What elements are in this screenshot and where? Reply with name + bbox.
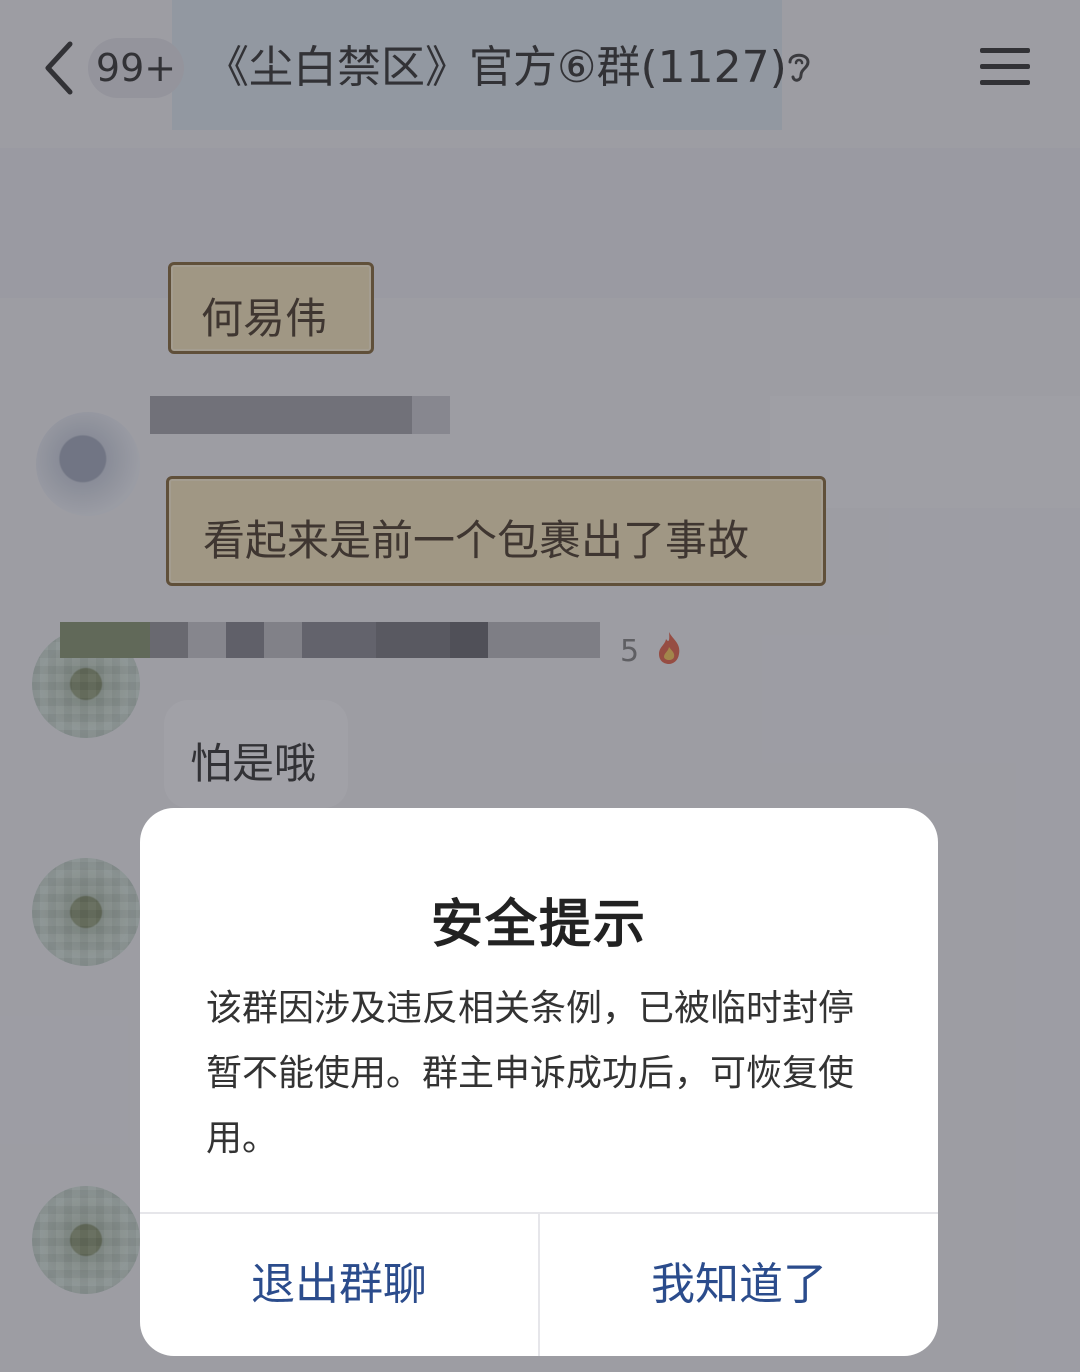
security-dialog: 安全提示 该群因涉及违反相关条例，已被临时封停暂不能使用。群主申诉成功后，可恢复… xyxy=(140,808,938,1356)
exit-group-button[interactable]: 退出群聊 xyxy=(140,1214,538,1356)
dialog-title: 安全提示 xyxy=(430,895,647,955)
acknowledge-button[interactable]: 我知道了 xyxy=(540,1214,938,1356)
dialog-message: 该群因涉及违反相关条例，已被临时封停暂不能使用。群主申诉成功后，可恢复使用。 xyxy=(206,988,855,1159)
